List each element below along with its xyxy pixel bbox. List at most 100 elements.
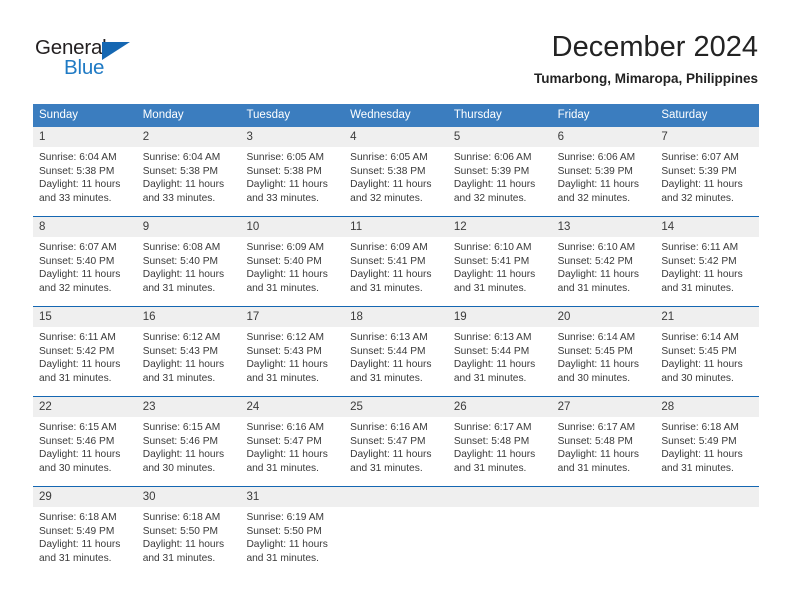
day-number[interactable]: 29 [33,487,137,507]
sunset-text: Sunset: 5:50 PM [246,525,322,537]
day-cell[interactable]: Sunrise: 6:15 AM Sunset: 5:46 PM Daylight:… [33,417,137,486]
day-cell[interactable]: Sunrise: 6:17 AM Sunset: 5:48 PM Daylight:… [552,417,656,486]
day-details-band: Sunrise: 6:15 AM Sunset: 5:46 PM Daylight:… [33,417,759,486]
day-number[interactable]: 25 [344,397,448,417]
weekday-header-monday: Monday [142,109,184,121]
day-number[interactable]: 31 [240,487,344,507]
day-cell[interactable]: Sunrise: 6:10 AM Sunset: 5:42 PM Daylight:… [552,237,656,306]
day-cell[interactable]: Sunrise: 6:14 AM Sunset: 5:45 PM Daylight:… [655,327,759,396]
weekday-header-friday: Friday [557,109,590,121]
daylight-text: Daylight: 11 hours and 31 minutes. [350,359,432,384]
day-number[interactable]: 15 [33,307,137,327]
weekday-header-thursday: Thursday [453,109,502,121]
day-number[interactable]: 3 [240,127,344,147]
sunrise-text: Sunrise: 6:10 AM [453,242,532,253]
day-details-band: Sunrise: 6:04 AM Sunset: 5:38 PM Daylight:… [33,147,759,216]
daylight-text: Daylight: 11 hours and 31 minutes. [453,359,536,384]
sunset-text: Sunset: 5:44 PM [453,345,530,357]
day-cell[interactable]: Sunrise: 6:07 AM Sunset: 5:39 PM Daylight:… [655,147,759,216]
sunrise-text: Sunrise: 6:05 AM [246,152,325,163]
day-cell[interactable]: Sunrise: 6:10 AM Sunset: 5:41 PM Daylight:… [448,237,552,306]
sunrise-text: Sunrise: 6:18 AM [661,422,739,433]
day-cell[interactable]: Sunrise: 6:09 AM Sunset: 5:40 PM Daylight:… [240,237,344,306]
day-number[interactable]: 2 [137,127,241,147]
day-number[interactable]: 18 [344,307,448,327]
weekday-header-sunday: Sunday [39,109,79,121]
day-number[interactable]: 23 [137,397,241,417]
day-number[interactable]: 1 [33,127,137,147]
day-cell[interactable]: Sunrise: 6:05 AM Sunset: 5:38 PM Daylight:… [240,147,344,216]
day-number-empty [344,487,448,507]
day-number[interactable]: 13 [552,217,656,237]
day-number[interactable]: 4 [344,127,448,147]
day-number-empty [552,487,656,507]
day-number[interactable]: 27 [552,397,656,417]
day-cell[interactable]: Sunrise: 6:13 AM Sunset: 5:44 PM Daylight:… [448,327,552,396]
daylight-text: Daylight: 11 hours and 33 minutes. [39,179,121,204]
sunset-text: Sunset: 5:44 PM [350,345,426,357]
weekday-header-saturday: Saturday [661,109,708,121]
day-number[interactable]: 6 [552,127,656,147]
day-number[interactable]: 21 [655,307,759,327]
day-number[interactable]: 11 [344,217,448,237]
day-number[interactable]: 5 [448,127,552,147]
day-cell-empty [344,507,448,576]
day-cell[interactable]: Sunrise: 6:12 AM Sunset: 5:43 PM Daylight:… [137,327,241,396]
day-cell[interactable]: Sunrise: 6:12 AM Sunset: 5:43 PM Daylight:… [240,327,344,396]
day-number[interactable]: 26 [448,397,552,417]
sunset-text: Sunset: 5:39 PM [557,165,633,177]
day-cell[interactable]: Sunrise: 6:18 AM Sunset: 5:49 PM Daylight:… [655,417,759,486]
day-number[interactable]: 28 [655,397,759,417]
day-number[interactable]: 7 [655,127,759,147]
calendar-weeks: 1 2 3 4 5 6 7 Sunrise: 6:04 AM Sunset: 5:38 PM Da… [33,127,759,576]
day-cell[interactable]: Sunrise: 6:06 AM Sunset: 5:39 PM Daylight:… [448,147,552,216]
sunrise-text: Sunrise: 6:17 AM [557,422,636,433]
day-cell[interactable]: Sunrise: 6:06 AM Sunset: 5:39 PM Daylight:… [552,147,656,216]
day-cell[interactable]: Sunrise: 6:07 AM Sunset: 5:40 PM Daylight:… [33,237,137,306]
day-cell[interactable]: Sunrise: 6:08 AM Sunset: 5:40 PM Daylight:… [137,237,241,306]
sunrise-text: Sunrise: 6:13 AM [453,332,532,343]
day-cell[interactable]: Sunrise: 6:16 AM Sunset: 5:47 PM Daylight:… [240,417,344,486]
day-number[interactable]: 19 [448,307,552,327]
daylight-text: Daylight: 11 hours and 33 minutes. [246,179,328,204]
day-cell-empty [448,507,552,576]
day-cell[interactable]: Sunrise: 6:18 AM Sunset: 5:49 PM Daylight:… [33,507,137,576]
sunset-text: Sunset: 5:47 PM [350,435,426,447]
day-number[interactable]: 30 [137,487,241,507]
sunrise-text: Sunrise: 6:12 AM [142,332,221,343]
day-cell[interactable]: Sunrise: 6:04 AM Sunset: 5:38 PM Daylight:… [137,147,241,216]
day-number[interactable]: 14 [655,217,759,237]
day-cell[interactable]: Sunrise: 6:18 AM Sunset: 5:50 PM Daylight:… [137,507,241,576]
day-number[interactable]: 10 [240,217,344,237]
sunset-text: Sunset: 5:50 PM [142,525,219,537]
day-cell[interactable]: Sunrise: 6:05 AM Sunset: 5:38 PM Daylight:… [344,147,448,216]
day-cell[interactable]: Sunrise: 6:15 AM Sunset: 5:46 PM Daylight:… [137,417,241,486]
day-cell[interactable]: Sunrise: 6:11 AM Sunset: 5:42 PM Daylight:… [33,327,137,396]
day-cell[interactable]: Sunrise: 6:09 AM Sunset: 5:41 PM Daylight:… [344,237,448,306]
day-number[interactable]: 24 [240,397,344,417]
day-cell[interactable]: Sunrise: 6:16 AM Sunset: 5:47 PM Daylight:… [344,417,448,486]
sunset-text: Sunset: 5:43 PM [246,345,322,357]
day-number[interactable]: 8 [33,217,137,237]
sunrise-text: Sunrise: 6:17 AM [453,422,532,433]
day-number[interactable]: 17 [240,307,344,327]
day-cell[interactable]: Sunrise: 6:19 AM Sunset: 5:50 PM Daylight:… [240,507,344,576]
day-cell[interactable]: Sunrise: 6:13 AM Sunset: 5:44 PM Daylight:… [344,327,448,396]
day-cell[interactable]: Sunrise: 6:11 AM Sunset: 5:42 PM Daylight:… [655,237,759,306]
day-cell[interactable]: Sunrise: 6:14 AM Sunset: 5:45 PM Daylight:… [552,327,656,396]
daylight-text: Daylight: 11 hours and 32 minutes. [453,179,536,204]
title-block: December 2024 Tumarbong, Mimaropa, Phili… [534,30,758,88]
day-number[interactable]: 12 [448,217,552,237]
day-number[interactable]: 16 [137,307,241,327]
daylight-text: Daylight: 11 hours and 31 minutes. [661,449,743,474]
day-number[interactable]: 20 [552,307,656,327]
daylight-text: Daylight: 11 hours and 31 minutes. [246,359,328,384]
sunrise-text: Sunrise: 6:11 AM [39,332,116,343]
day-cell[interactable]: Sunrise: 6:17 AM Sunset: 5:48 PM Daylight:… [448,417,552,486]
sunrise-text: Sunrise: 6:10 AM [557,242,636,253]
day-number[interactable]: 22 [33,397,137,417]
day-number[interactable]: 9 [137,217,241,237]
general-blue-logo[interactable]: General Blue [35,36,165,82]
day-cell[interactable]: Sunrise: 6:04 AM Sunset: 5:38 PM Daylight:… [33,147,137,216]
sunset-text: Sunset: 5:41 PM [453,255,530,267]
